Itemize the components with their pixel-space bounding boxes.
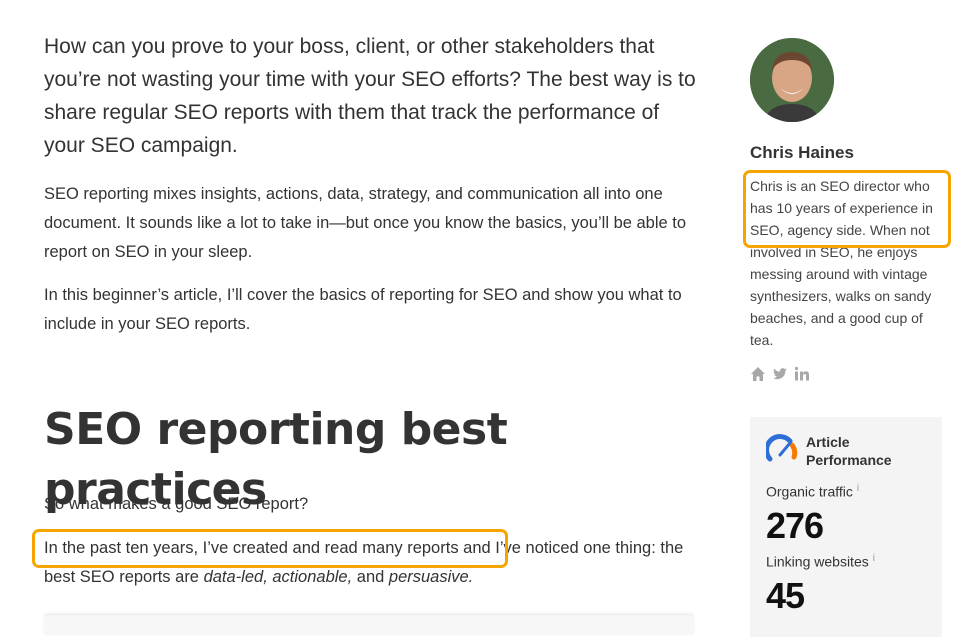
info-icon[interactable]: i (857, 483, 859, 494)
avatar-photo-icon (750, 38, 834, 122)
emphasis-persuasive: persuasive. (388, 568, 474, 586)
linking-websites-text: Linking websites (766, 553, 869, 570)
author-bio: Chris is an SEO director who has 10 year… (750, 178, 933, 348)
article-performance-card: Article Performance Organic traffic i 276… (750, 417, 942, 637)
performance-header: Article Performance (764, 433, 916, 470)
linking-websites-value: 45 (766, 575, 805, 616)
paragraph-best-reports: In the past ten years, I’ve created and … (44, 534, 704, 592)
performance-gauge-icon (764, 433, 798, 470)
paragraph-question: So what makes a good SEO report? (44, 495, 309, 513)
emphasis-data-led: data-led, actionable, (203, 568, 353, 586)
organic-traffic-label: Organic traffic i (766, 483, 859, 500)
social-links (750, 366, 810, 382)
linkedin-icon[interactable] (794, 366, 810, 382)
avatar[interactable] (750, 38, 834, 122)
paragraph-beginner: In this beginner’s article, I’ll cover t… (44, 286, 682, 333)
author-name[interactable]: Chris Haines (750, 143, 854, 163)
linking-websites-label: Linking websites i (766, 553, 875, 570)
paragraph-reporting-mix: SEO reporting mixes insights, actions, d… (44, 185, 687, 261)
highlighted-text: In the past ten years, I’ve created and … (44, 539, 459, 557)
performance-title: Article Performance (806, 434, 892, 468)
author-sidebar: Chris Haines Chris is an SEO director wh… (750, 38, 950, 381)
info-icon[interactable]: i (873, 553, 875, 564)
home-icon[interactable] (750, 366, 766, 382)
article-body: How can you prove to your boss, client, … (44, 30, 704, 586)
article-intro: How can you prove to your boss, client, … (44, 35, 696, 157)
organic-traffic-value: 276 (766, 505, 824, 546)
content-block-start (44, 614, 694, 635)
organic-traffic-text: Organic traffic (766, 483, 853, 500)
twitter-icon[interactable] (772, 366, 788, 382)
paragraph-text: and (352, 568, 389, 586)
